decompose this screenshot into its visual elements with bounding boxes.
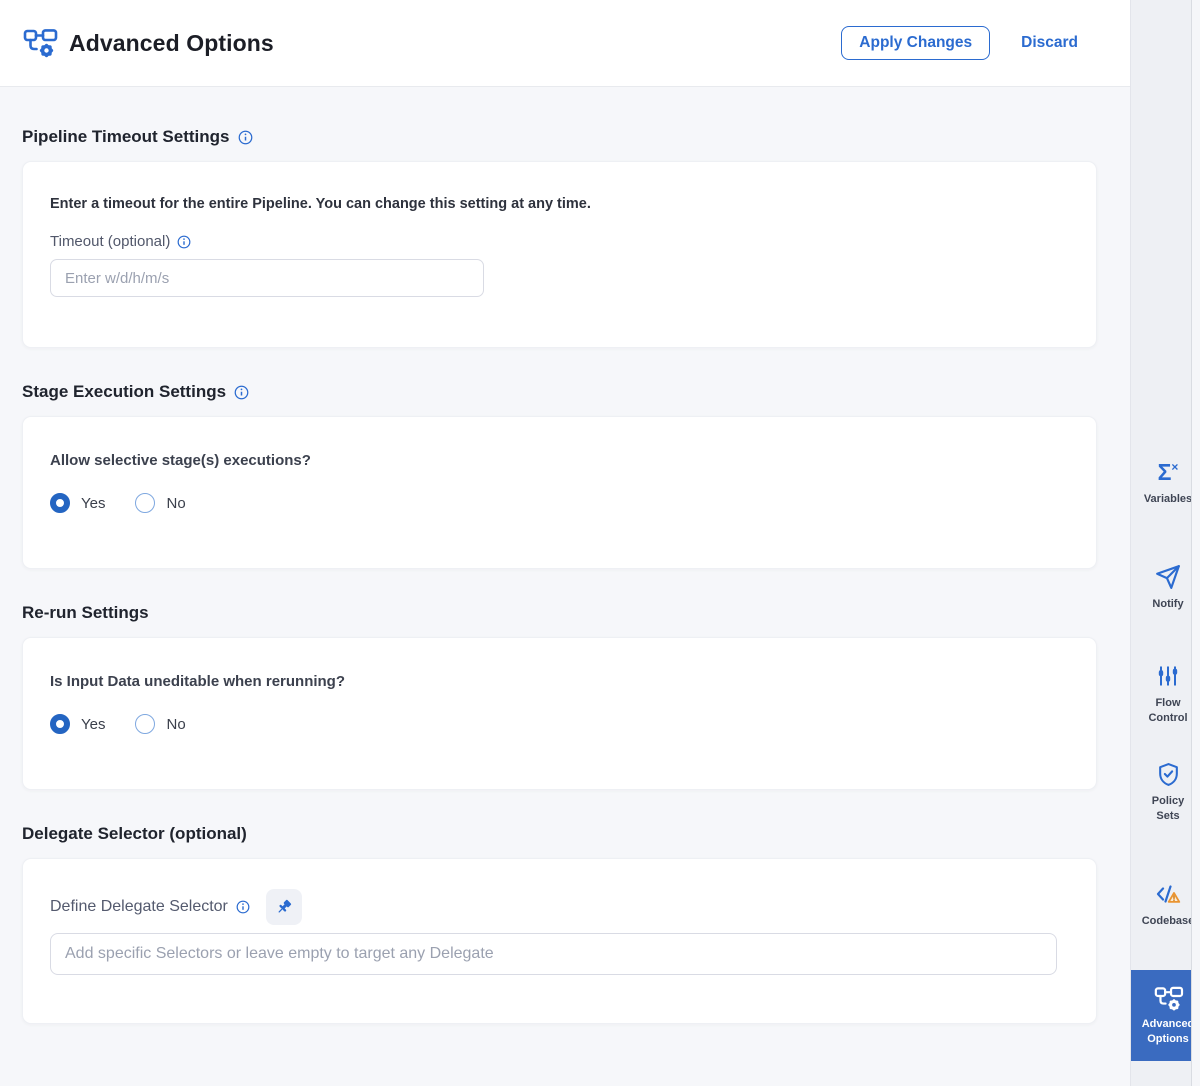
rerun-heading-text: Re-run Settings (22, 603, 149, 623)
delegate-label-row: Define Delegate Selector (50, 889, 1069, 925)
page-title: Advanced Options (69, 30, 274, 57)
sidebar-item-advanced-options-active[interactable]: Advanced Options (1131, 970, 1200, 1061)
notify-icon (1155, 563, 1181, 591)
timeout-heading-text: Pipeline Timeout Settings (22, 127, 230, 147)
variables-icon: Σ× (1158, 458, 1179, 486)
sidebar-item-flow-control[interactable]: Flow Control (1131, 662, 1200, 726)
advanced-options-icon (22, 27, 58, 59)
sidebar-item-label: Codebase (1142, 914, 1195, 929)
rerun-yes-radio[interactable]: Yes (50, 714, 105, 734)
timeout-input[interactable] (50, 259, 484, 297)
timeout-section-heading: Pipeline Timeout Settings (22, 87, 1097, 147)
pin-button[interactable] (266, 889, 302, 925)
delegate-field-label: Define Delegate Selector (50, 898, 228, 916)
flow-control-icon (1156, 662, 1180, 690)
timeout-description: Enter a timeout for the entire Pipeline.… (50, 196, 1069, 212)
main-pane: Advanced Options Apply Changes Discard P… (0, 0, 1130, 1086)
stage-execution-question: Allow selective stage(s) executions? (50, 452, 1069, 469)
sidebar-item-policy-sets[interactable]: Policy Sets (1131, 760, 1200, 824)
radio-checked-icon[interactable] (50, 714, 70, 734)
rerun-question: Is Input Data uneditable when rerunning? (50, 673, 1069, 690)
delegate-card: Define Delegate Selector (22, 858, 1097, 1024)
info-icon[interactable] (177, 235, 191, 249)
right-nav-sidebar: Σ× Variables Notify Flow Control (1130, 0, 1200, 1086)
radio-unchecked-icon[interactable] (135, 714, 155, 734)
delegate-section-heading: Delegate Selector (optional) (22, 790, 1097, 844)
rerun-radio-group: Yes No (50, 714, 1069, 734)
sidebar-item-variables[interactable]: Σ× Variables (1131, 458, 1200, 507)
timeout-field-label: Timeout (optional) (50, 233, 170, 250)
sidebar-item-label: Advanced Options (1142, 1017, 1195, 1047)
panel-header: Advanced Options Apply Changes Discard (0, 0, 1130, 87)
timeout-card: Enter a timeout for the entire Pipeline.… (22, 161, 1097, 348)
advanced-options-content: Pipeline Timeout Settings Enter a timeou… (0, 87, 1130, 1024)
sidebar-item-label: Policy Sets (1152, 794, 1184, 824)
radio-label: Yes (81, 716, 105, 733)
timeout-label-row: Timeout (optional) (50, 233, 1069, 250)
radio-label: No (166, 495, 185, 512)
pin-icon (274, 897, 294, 917)
delegate-heading-text: Delegate Selector (optional) (22, 824, 247, 844)
info-icon[interactable] (238, 130, 253, 145)
rerun-no-radio[interactable]: No (135, 714, 185, 734)
rerun-card: Is Input Data uneditable when rerunning?… (22, 637, 1097, 790)
sidebar-item-label: Notify (1152, 597, 1183, 612)
sidebar-item-notify[interactable]: Notify (1131, 563, 1200, 612)
stage-execution-section-heading: Stage Execution Settings (22, 348, 1097, 402)
sidebar-item-codebase[interactable]: Codebase (1131, 880, 1200, 929)
radio-unchecked-icon[interactable] (135, 493, 155, 513)
sidebar-item-label: Flow Control (1148, 696, 1187, 726)
panel-edge-strip (1191, 0, 1200, 1086)
policy-sets-icon (1156, 760, 1181, 788)
codebase-icon (1155, 880, 1182, 908)
radio-label: Yes (81, 495, 105, 512)
delegate-selector-input[interactable] (50, 933, 1057, 975)
stage-execution-yes-radio[interactable]: Yes (50, 493, 105, 513)
discard-button[interactable]: Discard (1021, 34, 1078, 52)
info-icon[interactable] (236, 900, 250, 914)
stage-execution-card: Allow selective stage(s) executions? Yes… (22, 416, 1097, 569)
stage-execution-radio-group: Yes No (50, 493, 1069, 513)
stage-execution-heading-text: Stage Execution Settings (22, 382, 226, 402)
radio-label: No (166, 716, 185, 733)
info-icon[interactable] (234, 385, 249, 400)
advanced-options-icon (1153, 984, 1184, 1012)
sidebar-item-label: Variables (1144, 492, 1192, 507)
stage-execution-no-radio[interactable]: No (135, 493, 185, 513)
apply-changes-button[interactable]: Apply Changes (841, 26, 990, 60)
radio-checked-icon[interactable] (50, 493, 70, 513)
rerun-section-heading: Re-run Settings (22, 569, 1097, 623)
